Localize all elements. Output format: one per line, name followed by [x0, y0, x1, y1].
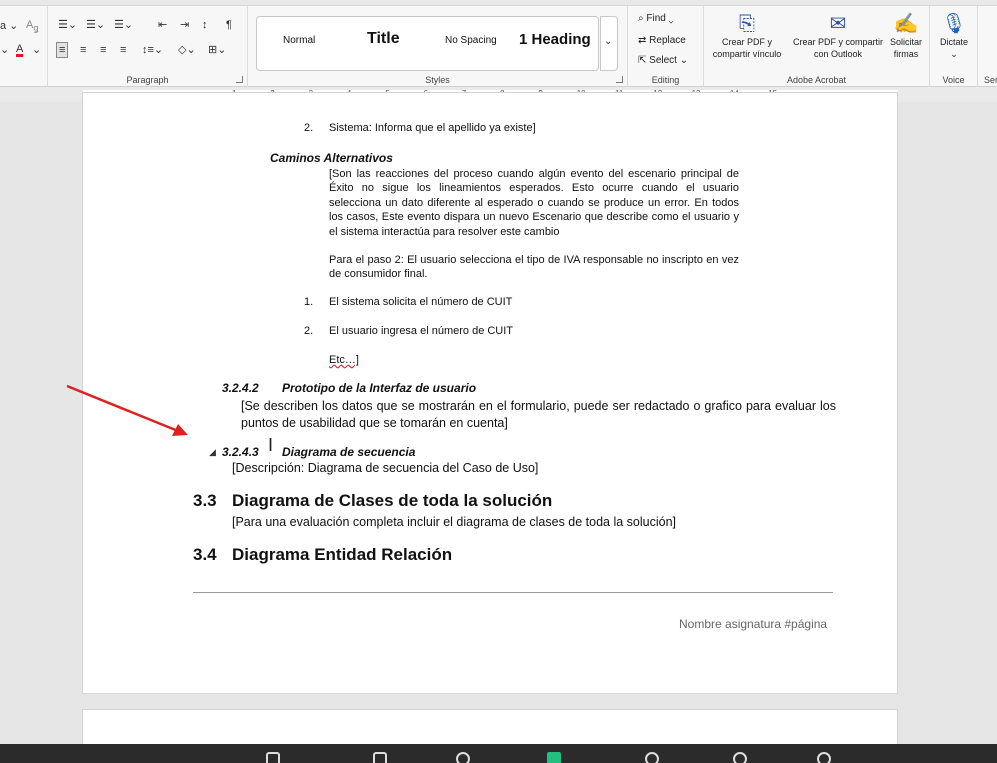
annotation-arrow — [66, 384, 188, 436]
taskbar-people-icon[interactable] — [266, 752, 280, 763]
taskbar-upload-icon[interactable] — [547, 752, 561, 763]
taskbar-chat-icon[interactable] — [817, 752, 831, 763]
taskbar-cloud-icon[interactable] — [456, 752, 470, 763]
arrow-line — [66, 384, 179, 433]
taskbar — [0, 744, 997, 763]
word-window: a ⌄ Aǥ ⌄ A ⌄ ☰⌄ ☰⌄ ☰⌄ ⇤ ⇥ ↕ ¶ ≡ ≡ ≡ ≡ ↕≡… — [0, 0, 997, 763]
taskbar-share-icon[interactable] — [733, 752, 747, 763]
taskbar-copy-icon[interactable] — [373, 752, 387, 763]
taskbar-info-icon[interactable] — [645, 752, 659, 763]
